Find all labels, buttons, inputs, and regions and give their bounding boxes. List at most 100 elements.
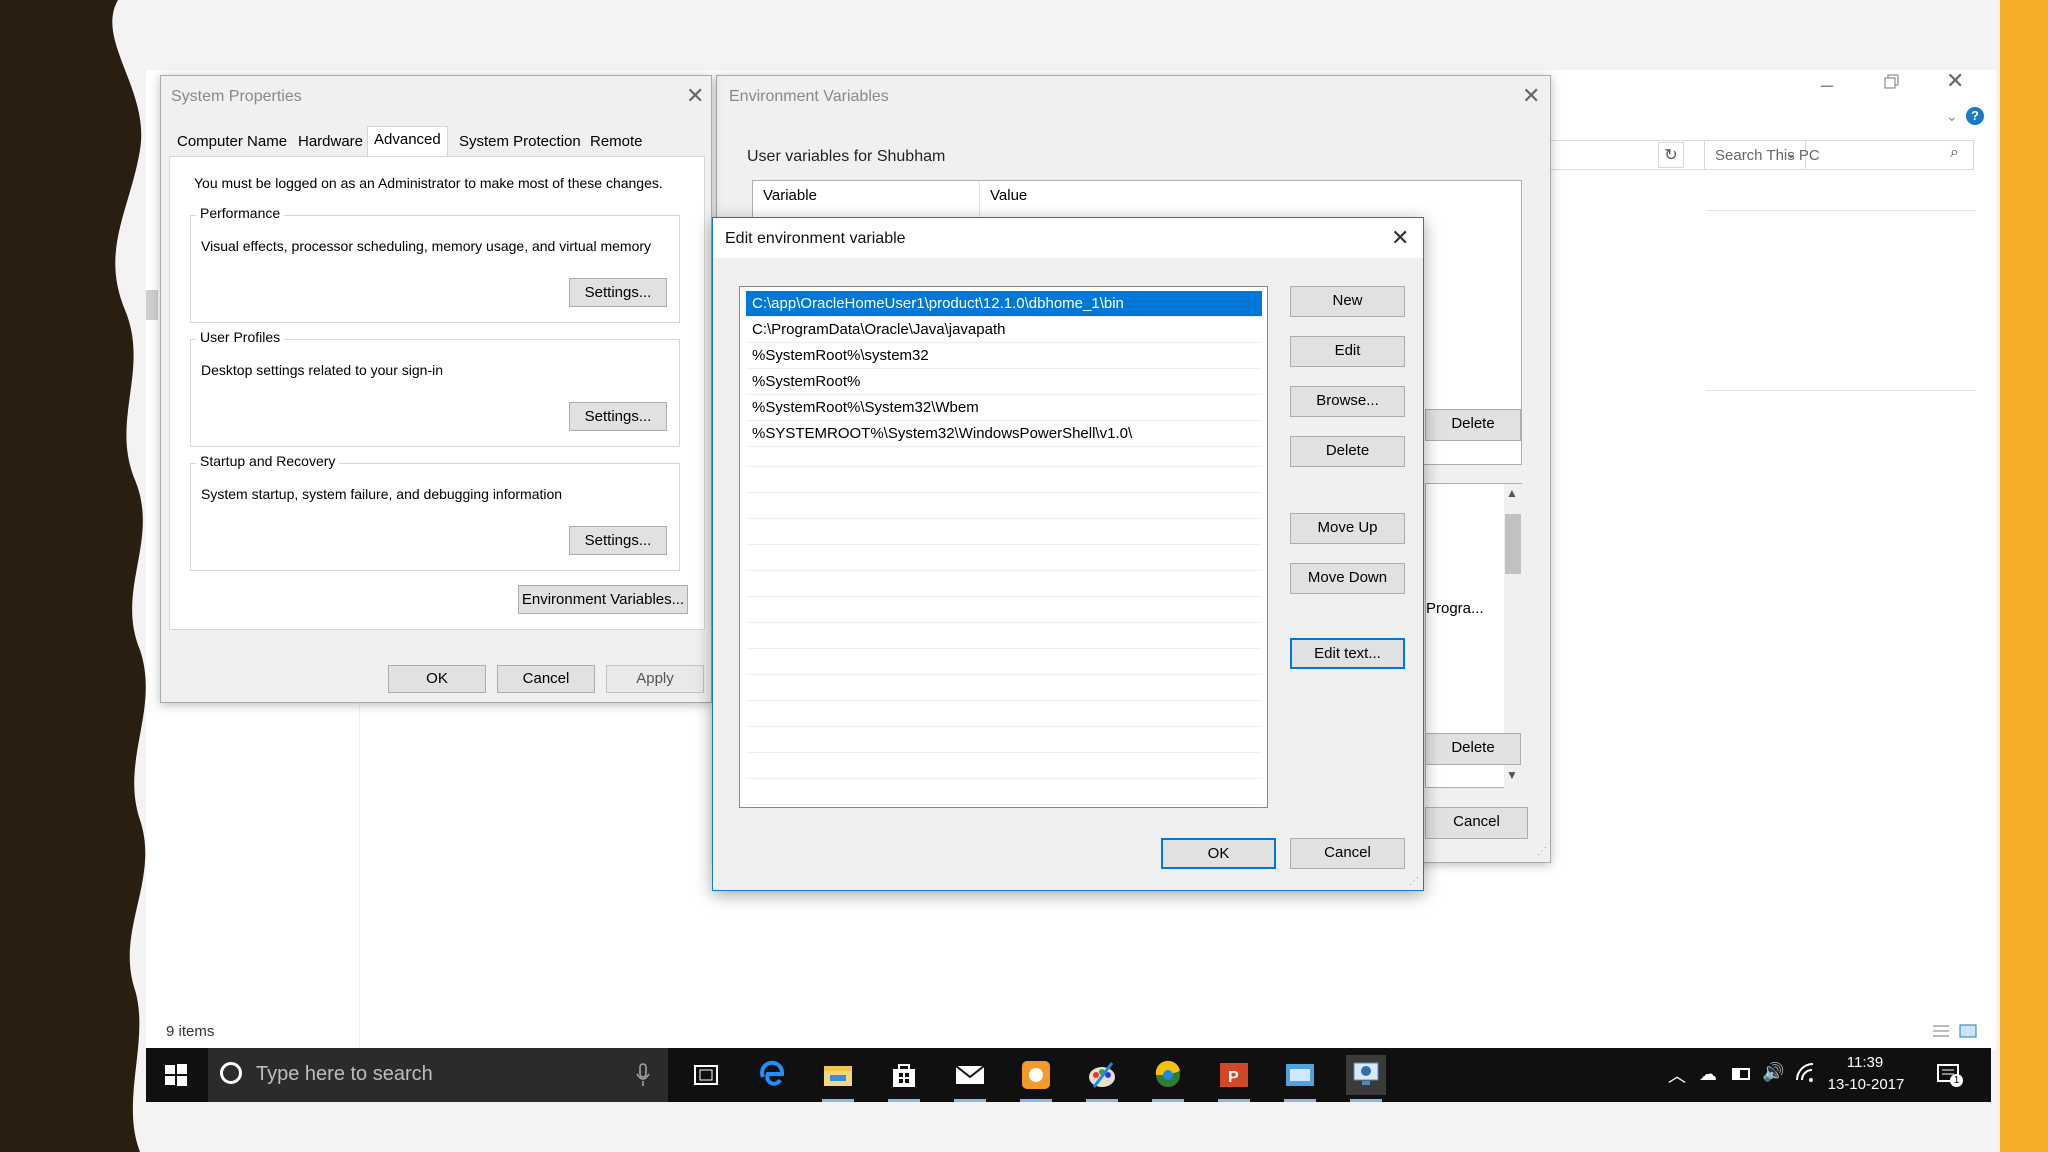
tab-remote[interactable]: Remote xyxy=(584,129,649,155)
empty-row[interactable] xyxy=(746,467,1262,493)
system-delete-button-partial[interactable]: Delete xyxy=(1425,733,1521,765)
powerpoint-icon[interactable]: P xyxy=(1214,1055,1254,1102)
sysprop-ok-button[interactable]: OK xyxy=(388,665,486,693)
clock-date[interactable]: 13-10-2017 xyxy=(1826,1076,1906,1093)
empty-row[interactable] xyxy=(746,779,1262,805)
edge-icon[interactable] xyxy=(752,1055,792,1095)
tab-hardware[interactable]: Hardware xyxy=(292,129,369,155)
edit-env-ok-button[interactable]: OK xyxy=(1161,838,1276,869)
sysprop-apply-button[interactable]: Apply xyxy=(606,665,704,693)
restore-icon[interactable] xyxy=(1882,72,1906,96)
empty-row[interactable] xyxy=(746,675,1262,701)
right-frame-bar xyxy=(2000,0,2048,1152)
browse-button[interactable]: Browse... xyxy=(1290,386,1405,417)
user-vars-label: User variables for Shubham xyxy=(747,148,946,165)
sysprop-close-icon[interactable]: ✕ xyxy=(686,85,704,107)
wifi-icon[interactable] xyxy=(1794,1062,1816,1084)
paint-icon[interactable] xyxy=(1082,1055,1122,1102)
scroll-thumb[interactable] xyxy=(1505,514,1521,574)
sysprop-cancel-button[interactable]: Cancel xyxy=(497,665,595,693)
path-entry[interactable]: %SystemRoot%\System32\Wbem xyxy=(746,395,1262,421)
path-entries-list[interactable]: C:\app\OracleHomeUser1\product\12.1.0\db… xyxy=(739,286,1268,808)
col-variable-header[interactable]: Variable xyxy=(763,187,817,204)
task-view-icon[interactable] xyxy=(686,1055,726,1095)
startup-desc: System startup, system failure, and debu… xyxy=(201,486,563,502)
edit-button[interactable]: Edit xyxy=(1290,336,1405,367)
scroll-down-icon[interactable]: ▼ xyxy=(1506,768,1518,782)
empty-row[interactable] xyxy=(746,753,1262,779)
help-icon[interactable]: ? xyxy=(1966,107,1984,125)
scroll-up-icon[interactable]: ▲ xyxy=(1506,486,1518,500)
new-button[interactable]: New xyxy=(1290,286,1405,317)
tab-system-protection[interactable]: System Protection xyxy=(453,129,587,155)
empty-row[interactable] xyxy=(746,701,1262,727)
performance-settings-button[interactable]: Settings... xyxy=(569,278,667,307)
taskbar-search-placeholder: Type here to search xyxy=(256,1063,433,1085)
expand-ribbon-icon[interactable]: ⌄ xyxy=(1946,108,1962,124)
edit-env-resize-grip-icon[interactable]: ⋰ xyxy=(1409,876,1419,887)
progra-cell: Progra... xyxy=(1426,600,1484,617)
path-entry[interactable]: C:\app\OracleHomeUser1\product\12.1.0\db… xyxy=(746,291,1262,317)
edit-env-cancel-button[interactable]: Cancel xyxy=(1290,838,1405,869)
system-icon[interactable] xyxy=(1346,1055,1386,1102)
explorer-close-icon[interactable]: ✕ xyxy=(1946,70,1964,92)
minimize-icon[interactable]: – xyxy=(1821,72,1845,97)
col-value-header[interactable]: Value xyxy=(990,187,1027,204)
running-indicator xyxy=(1086,1099,1118,1102)
header-divider xyxy=(979,181,980,217)
onedrive-cloud-icon[interactable]: ☁ xyxy=(1699,1064,1717,1085)
startup-settings-button[interactable]: Settings... xyxy=(569,526,667,555)
path-entry[interactable]: C:\ProgramData\Oracle\Java\javapath xyxy=(746,317,1262,343)
app-orange-icon[interactable] xyxy=(1016,1055,1056,1102)
action-center-icon[interactable]: 1 xyxy=(1936,1062,1963,1088)
empty-row[interactable] xyxy=(746,519,1262,545)
show-hidden-icons-chevron-icon[interactable]: ︿ xyxy=(1668,1062,1686,1088)
refresh-icon[interactable]: ↻ xyxy=(1658,142,1684,168)
empty-row[interactable] xyxy=(746,727,1262,753)
tab-computer-name[interactable]: Computer Name xyxy=(171,129,293,155)
taskbar-search-box[interactable]: Type here to search xyxy=(208,1048,668,1102)
user-profiles-settings-button[interactable]: Settings... xyxy=(569,402,667,431)
nav-scrollbar-thumb[interactable] xyxy=(146,290,158,320)
store-icon[interactable] xyxy=(884,1055,924,1102)
browser-icon[interactable] xyxy=(1148,1055,1188,1102)
empty-row[interactable] xyxy=(746,441,1262,467)
empty-row[interactable] xyxy=(746,571,1262,597)
battery-icon[interactable] xyxy=(1732,1068,1750,1080)
control-panel-icon[interactable] xyxy=(1280,1055,1320,1102)
empty-row[interactable] xyxy=(746,493,1262,519)
env-cancel-button-partial[interactable]: Cancel xyxy=(1425,807,1528,839)
cortana-icon[interactable] xyxy=(220,1062,242,1084)
large-icons-view-icon[interactable] xyxy=(1958,1023,1978,1039)
empty-row[interactable] xyxy=(746,623,1262,649)
running-indicator xyxy=(822,1099,854,1102)
windows-start-icon[interactable] xyxy=(164,1063,188,1087)
resize-grip-icon[interactable]: ⋰ xyxy=(1537,846,1547,857)
explorer-search-box[interactable]: Search This PC ⌕ xyxy=(1704,140,1974,170)
microphone-icon[interactable] xyxy=(636,1062,650,1088)
search-icon: ⌕ xyxy=(1950,144,1959,161)
env-close-icon[interactable]: ✕ xyxy=(1522,85,1540,107)
empty-row[interactable] xyxy=(746,649,1262,675)
user-delete-button-partial[interactable]: Delete xyxy=(1425,409,1521,441)
volume-icon[interactable]: 🔊 xyxy=(1762,1062,1784,1083)
running-indicator xyxy=(1218,1099,1250,1102)
edit-env-close-icon[interactable]: ✕ xyxy=(1391,227,1409,249)
status-items: 9 items xyxy=(166,1023,215,1040)
path-entry[interactable]: %SystemRoot% xyxy=(746,369,1262,395)
mail-icon[interactable] xyxy=(950,1055,990,1102)
delete-button[interactable]: Delete xyxy=(1290,436,1405,467)
path-entry[interactable]: %SystemRoot%\system32 xyxy=(746,343,1262,369)
clock-time[interactable]: 11:39 xyxy=(1830,1054,1900,1071)
file-explorer-icon[interactable] xyxy=(818,1055,858,1102)
edit-text-button[interactable]: Edit text... xyxy=(1290,638,1405,669)
details-view-icon[interactable] xyxy=(1931,1023,1951,1039)
move-down-button[interactable]: Move Down xyxy=(1290,563,1405,594)
move-up-button[interactable]: Move Up xyxy=(1290,513,1405,544)
running-indicator xyxy=(1284,1099,1316,1102)
user-profiles-label: User Profiles xyxy=(196,329,285,345)
empty-row[interactable] xyxy=(746,545,1262,571)
empty-row[interactable] xyxy=(746,597,1262,623)
environment-variables-button[interactable]: Environment Variables... xyxy=(518,585,688,614)
tab-advanced[interactable]: Advanced xyxy=(367,126,448,156)
